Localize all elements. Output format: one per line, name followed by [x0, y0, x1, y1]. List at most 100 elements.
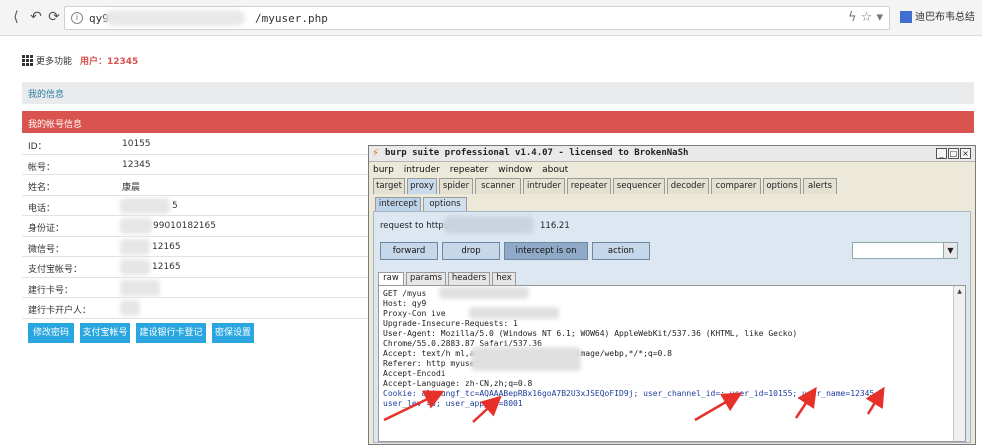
account-info-header: 我的帐号信息	[22, 111, 974, 133]
row-label: 身份证：	[28, 224, 65, 234]
refresh-icon[interactable]: ⟳	[46, 9, 62, 25]
intercept-toggle-button[interactable]: intercept is on	[504, 242, 588, 260]
cookie-line: Cookie: aliyungf_tc=AQAAABepRBx16goA7B2U…	[383, 389, 880, 398]
view-tab-hex[interactable]: hex	[492, 272, 516, 285]
tab-scanner[interactable]: scanner	[475, 178, 521, 194]
view-tab-raw[interactable]: raw	[378, 272, 404, 285]
subtab-intercept[interactable]: intercept	[375, 197, 421, 211]
row-label: 支付宝帐号：	[28, 265, 83, 275]
view-tab-params[interactable]: params	[406, 272, 446, 285]
tab-spider[interactable]: spider	[439, 178, 473, 194]
editor-scrollbar[interactable]: ▲	[953, 286, 965, 441]
table-row: 姓名： 康晨	[22, 175, 372, 196]
tab-sequencer[interactable]: sequencer	[613, 178, 665, 194]
url-end: /myuser.php	[255, 12, 328, 25]
tab-intruder[interactable]: intruder	[523, 178, 565, 194]
request-line: Upgrade-Insecure-Requests: 1	[383, 319, 518, 328]
table-row: 微信号： 12165	[22, 237, 372, 257]
burp-title-text: burp suite professional v1.4.07 - licens…	[385, 148, 689, 158]
burp-titlebar: ⚡ burp suite professional v1.4.07 - lice…	[369, 146, 975, 162]
change-password-button[interactable]: 修改密码	[28, 323, 74, 343]
request-line: Accept-Encodi	[383, 369, 446, 378]
more-functions-link[interactable]: 更多功能	[36, 54, 72, 67]
request-line: GET /myus	[383, 289, 427, 298]
request-line: Host: qy9	[383, 299, 427, 308]
row-label: 微信号：	[28, 244, 65, 255]
menu-intruder[interactable]: intruder	[404, 165, 440, 175]
redaction-mask	[439, 287, 529, 299]
extension-area[interactable]: 迪巴布韦总结	[900, 8, 975, 23]
redaction-mask	[120, 300, 140, 316]
my-info-header[interactable]: 我的信息	[22, 82, 974, 104]
burp-menubar: burp intruder repeater window about	[373, 165, 575, 175]
request-line: User-Agent: Mozilla/5.0 (Windows NT 6.1;…	[383, 329, 798, 338]
row-value: 12345	[122, 159, 151, 170]
intercept-dropdown[interactable]: ▼	[852, 242, 958, 259]
forward-button[interactable]: forward	[380, 242, 438, 260]
maximize-icon[interactable]: □	[948, 148, 959, 159]
row-label: ID：	[28, 142, 47, 152]
table-row: 电话： 5	[22, 196, 372, 216]
extension-icon[interactable]	[900, 11, 912, 23]
address-bar[interactable]: i qy9 /myuser.php ϟ ☆ ▾	[64, 6, 890, 30]
host-redaction-mask	[444, 216, 534, 234]
view-tab-headers[interactable]: headers	[448, 272, 490, 285]
table-row: 建行卡开户人：	[22, 298, 372, 319]
menu-repeater[interactable]: repeater	[450, 165, 489, 175]
scroll-up-icon[interactable]: ▲	[954, 286, 965, 297]
request-line: Proxy-Con ive	[383, 309, 446, 318]
menu-burp[interactable]: burp	[373, 165, 394, 175]
menu-about[interactable]: about	[542, 165, 568, 175]
row-label: 建行卡号：	[28, 285, 74, 296]
intercept-panel: request to http:// 116.21 forward drop i…	[373, 211, 971, 443]
alipay-account-button[interactable]: 支付宝帐号	[80, 323, 130, 343]
back-icon[interactable]: ⟨	[8, 9, 24, 25]
row-label: 姓名：	[28, 183, 56, 193]
grid-menu-icon[interactable]	[22, 55, 33, 66]
url-redacted	[105, 10, 245, 26]
minimize-icon[interactable]: _	[936, 148, 947, 159]
row-value: 10155	[122, 139, 151, 149]
bank-card-register-button[interactable]: 建设银行卡登记	[136, 323, 206, 343]
dropdown-icon[interactable]: ▾	[876, 10, 883, 25]
row-label: 建行卡开户人：	[28, 306, 92, 316]
row-value: 12165	[152, 241, 181, 252]
tab-decoder[interactable]: decoder	[667, 178, 709, 194]
info-icon[interactable]: i	[71, 12, 83, 24]
tab-proxy[interactable]: proxy	[407, 178, 437, 194]
row-label: 电话：	[28, 203, 56, 214]
lightning-icon[interactable]: ϟ	[848, 10, 857, 25]
extension-text: 迪巴布韦总结	[915, 12, 975, 23]
action-button[interactable]: action	[592, 242, 650, 260]
row-value: 99010182165	[153, 221, 216, 231]
tab-target[interactable]: target	[373, 178, 405, 194]
close-icon[interactable]: ×	[960, 148, 971, 159]
tab-alerts[interactable]: alerts	[803, 178, 837, 194]
row-label: 帐号：	[28, 162, 56, 173]
chevron-down-icon[interactable]: ▼	[943, 243, 957, 258]
subtab-options[interactable]: options	[423, 197, 467, 211]
menu-window[interactable]: window	[498, 165, 532, 175]
account-info-title: 我的帐号信息	[28, 120, 83, 130]
redaction-mask	[120, 259, 150, 275]
tab-options[interactable]: options	[763, 178, 801, 194]
cookie-line-continued: user_lev =3; user_app_id=8001	[383, 399, 523, 408]
user-label: 用户：12345	[80, 57, 139, 67]
star-icon[interactable]: ☆	[861, 10, 873, 25]
redaction-mask	[120, 197, 170, 214]
site-topnav: 更多功能 用户：12345	[18, 52, 978, 70]
drop-button[interactable]: drop	[442, 242, 500, 260]
redaction-mask	[120, 238, 150, 255]
browser-toolbar: ⟨ ↶ ⟳ i qy9 /myuser.php ϟ ☆ ▾ 迪巴布韦总结	[0, 0, 982, 36]
my-info-title: 我的信息	[28, 90, 65, 100]
tab-repeater[interactable]: repeater	[567, 178, 611, 194]
address-icons: ϟ ☆ ▾	[848, 10, 883, 25]
redaction-mask	[120, 279, 160, 296]
window-controls: _ □ ×	[935, 148, 971, 159]
tab-comparer[interactable]: comparer	[711, 178, 761, 194]
request-editor[interactable]: GET /myus Host: qy9 Proxy-Con ive Upgrad…	[378, 285, 966, 442]
security-settings-button[interactable]: 密保设置	[212, 323, 254, 343]
table-row: 支付宝帐号： 12165	[22, 257, 372, 278]
forward-icon[interactable]: ↶	[28, 9, 44, 25]
burp-window: ⚡ burp suite professional v1.4.07 - lice…	[368, 145, 976, 445]
